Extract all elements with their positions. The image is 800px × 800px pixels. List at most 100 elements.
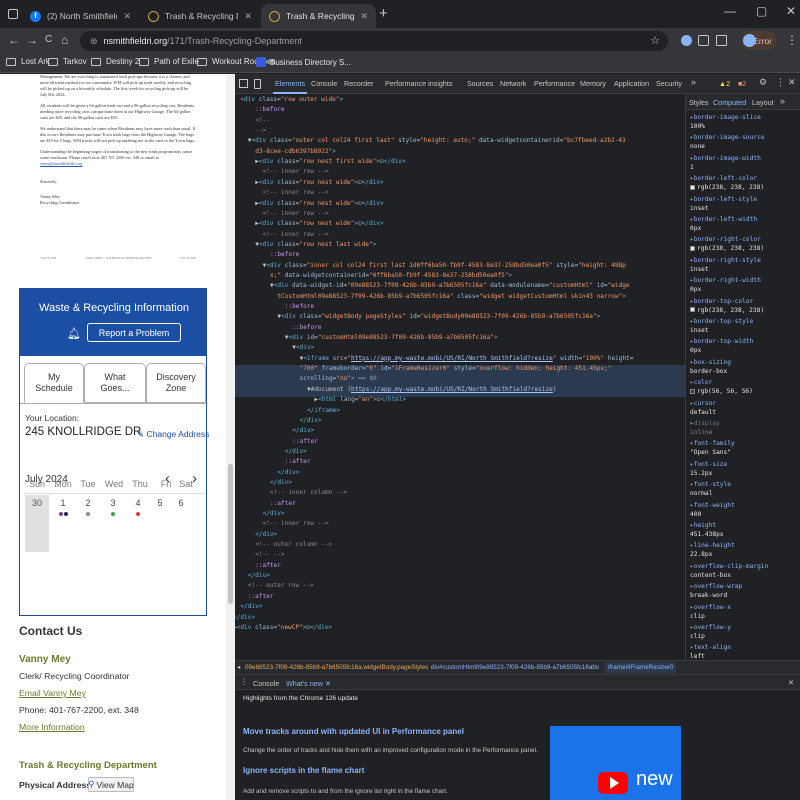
dom-node-line[interactable]: ::after [285, 457, 311, 467]
dom-node-line[interactable]: ::after [248, 592, 274, 602]
whats-new-video-thumbnail[interactable]: new [550, 726, 681, 800]
scrollbar-thumb[interactable] [228, 464, 233, 604]
letter-email-link[interactable]: vmey@nsmithfieldri.org [40, 161, 82, 166]
computed-property-name[interactable]: ▸border-image-source [690, 134, 765, 141]
computed-property-name[interactable]: ▸border-image-slice [690, 114, 761, 121]
devtools-tab-performance-insights[interactable]: Performance insights [385, 79, 453, 88]
computed-property-name[interactable]: ▸height [690, 522, 716, 529]
browser-tab-facebook[interactable]: f (2) North Smithfield, Rhode Isla ✕ [22, 4, 139, 28]
tab-what-goes[interactable]: What Goes... [84, 363, 146, 403]
dom-node-line[interactable]: </div> [270, 478, 292, 488]
devtools-more-tabs-button[interactable]: » [691, 77, 696, 87]
bookmark-path-of-exile[interactable]: Path of Exile [139, 57, 199, 66]
close-tab-icon[interactable]: ✕ [244, 11, 252, 22]
dom-node-line[interactable]: <!-- --> [255, 550, 284, 560]
dom-node-line[interactable]: ::after [255, 561, 281, 571]
web-page-viewport[interactable]: Management. We are switching to automate… [0, 74, 226, 800]
computed-property-name[interactable]: ▸overflow-y [690, 624, 731, 631]
tab-discovery-zone[interactable]: Discovery Zone [146, 363, 206, 403]
devtools-tab-security[interactable]: Security [656, 79, 682, 88]
dom-node-line[interactable]: ▼<div id="customHtml09e88523-7f09-426b-8… [285, 333, 498, 343]
view-map-button[interactable]: ⚲ View Map [88, 777, 134, 792]
calendar-next-button[interactable]: › [192, 470, 197, 487]
computed-property-name[interactable]: ▸border-left-color [690, 175, 757, 182]
dom-node-line[interactable]: ▶<html lang="en">⊡</html> [314, 395, 406, 405]
elements-dom-tree[interactable]: <div class="row outer wide">::before <!--… [235, 94, 685, 660]
dom-node-line[interactable]: ▼#document (https://app.my-waste.mobi/US… [307, 385, 556, 395]
computed-property-name[interactable]: ▸overflow-wrap [690, 583, 742, 590]
breadcrumb-scroll-left-icon[interactable]: ◂ [237, 664, 240, 671]
dom-node-line[interactable]: scrolling="no"> == $0 [300, 374, 377, 384]
dom-node-line[interactable]: ::before [270, 250, 299, 260]
color-swatch[interactable] [690, 388, 695, 394]
dom-node-line[interactable]: </div> [240, 602, 262, 612]
dom-node-line[interactable]: "700" frameborder="0" id="iFrameResizer0… [300, 364, 612, 374]
contact-more-info-link[interactable]: More Information [19, 722, 85, 732]
breadcrumb-item[interactable]: 09e88523-7f09-426b-85b9-a7b6505fc16a.wid… [245, 664, 428, 671]
browser-menu-icon[interactable]: ⋮ [786, 33, 798, 47]
dom-node-line[interactable]: tCustomHtml09e88523-7f09-426b-85b9-a7b65… [277, 292, 626, 302]
devtools-settings-icon[interactable]: ⚙ [759, 77, 767, 88]
new-tab-button[interactable]: + [379, 5, 388, 22]
dom-node-line[interactable]: ▼<div class="outer col col24 first last"… [248, 136, 626, 146]
drawer-close-icon[interactable]: ✕ [788, 678, 794, 687]
dom-node-line[interactable]: <!-- inner column --> [270, 488, 347, 498]
dom-node-line[interactable]: ▼<div class="widgetBody pageStyles" id="… [277, 312, 600, 322]
color-swatch[interactable] [690, 307, 695, 313]
dom-node-line[interactable]: ▼<div> [292, 343, 314, 353]
devtools-tab-recorder[interactable]: Recorder [344, 79, 374, 88]
close-tab-icon[interactable]: ✕ [360, 11, 368, 22]
drawer-menu-icon[interactable]: ⋮ [240, 677, 248, 686]
bookmark-business-directory[interactable]: Business Directory S... [256, 57, 351, 67]
styles-tab-layout[interactable]: Layout [752, 98, 774, 107]
dom-node-line[interactable]: ::before [255, 105, 284, 115]
reload-button[interactable]: C [45, 34, 52, 45]
dom-node-line[interactable]: </div> [263, 509, 285, 519]
styles-more-tabs-button[interactable]: » [780, 96, 785, 106]
dom-node-line[interactable]: ▼<div data-widget-id="09e88523-7f09-426b… [270, 281, 630, 291]
extension-shield-icon[interactable] [681, 35, 692, 46]
dom-node-line[interactable]: ::after [292, 437, 318, 447]
computed-property-name[interactable]: ▸color [690, 379, 712, 386]
computed-property-name[interactable]: ▸border-top-color [690, 298, 753, 305]
dom-node-line[interactable]: <!-- outer row --> [248, 581, 314, 591]
minimize-button[interactable]: — [724, 4, 736, 18]
report-problem-button[interactable]: Report a Problem [87, 323, 181, 342]
back-button[interactable]: ← [8, 33, 20, 47]
computed-property-name[interactable]: ▸font-style [690, 481, 731, 488]
warnings-badge[interactable]: ▲2 [719, 79, 730, 88]
computed-property-name[interactable]: ▸border-right-style [690, 257, 761, 264]
devtools-tab-performance[interactable]: Performance [534, 79, 575, 88]
computed-property-name[interactable]: ▸border-top-style [690, 318, 753, 325]
inspect-element-icon[interactable] [239, 79, 248, 88]
computed-property-name[interactable]: ▸border-left-style [690, 196, 757, 203]
dom-node-line[interactable]: ::before [292, 323, 321, 333]
dom-node-line[interactable]: ▼<div class="row nest last wide"> [255, 240, 376, 250]
news-title-link[interactable]: Ignore scripts in the flame chart [243, 766, 364, 775]
dom-node-line[interactable]: ::after [270, 499, 296, 509]
dom-node-line[interactable]: x;" data-widgetcontainerid="0ff6ba50-fb9… [270, 271, 512, 281]
color-swatch[interactable] [690, 245, 695, 251]
dom-node-line[interactable]: ▼<iframe src="https://app.my-waste.mobi/… [300, 354, 634, 364]
dom-node-line[interactable]: <!-- [255, 116, 270, 126]
change-address-button[interactable]: ✎ Change Address [137, 429, 209, 440]
devtools-tab-network[interactable]: Network [500, 79, 526, 88]
breadcrumb-item[interactable]: iframe#iFrameResizer0 [605, 662, 677, 673]
computed-property-name[interactable]: ▸box-sizing [690, 359, 731, 366]
devtools-tab-sources[interactable]: Sources [467, 79, 493, 88]
tab-my-schedule[interactable]: My Schedule [24, 363, 84, 403]
forward-button[interactable]: → [26, 33, 38, 47]
computed-property-name[interactable]: ▸cursor [690, 400, 716, 407]
devtools-tab-console[interactable]: Console [311, 79, 337, 88]
dom-node-line[interactable]: <div class="row outer wide"> [240, 95, 343, 105]
dom-node-line[interactable]: <!-- outer column --> [255, 540, 332, 550]
dom-node-line[interactable]: </div> [277, 468, 299, 478]
dom-node-line[interactable]: --> [255, 126, 266, 136]
dom-node-line[interactable]: ▼<div class="inner col col24 first last … [263, 261, 626, 271]
extensions-icon[interactable] [716, 35, 727, 46]
dom-node-line[interactable]: </div> [285, 447, 307, 457]
dom-node-line[interactable]: </div> [235, 613, 255, 623]
dom-node-line[interactable]: ▶<div class="row nest wide">⊡</div> [255, 219, 383, 229]
computed-property-name[interactable]: ▸line-height [690, 542, 735, 549]
close-window-button[interactable]: ✕ [786, 4, 796, 18]
